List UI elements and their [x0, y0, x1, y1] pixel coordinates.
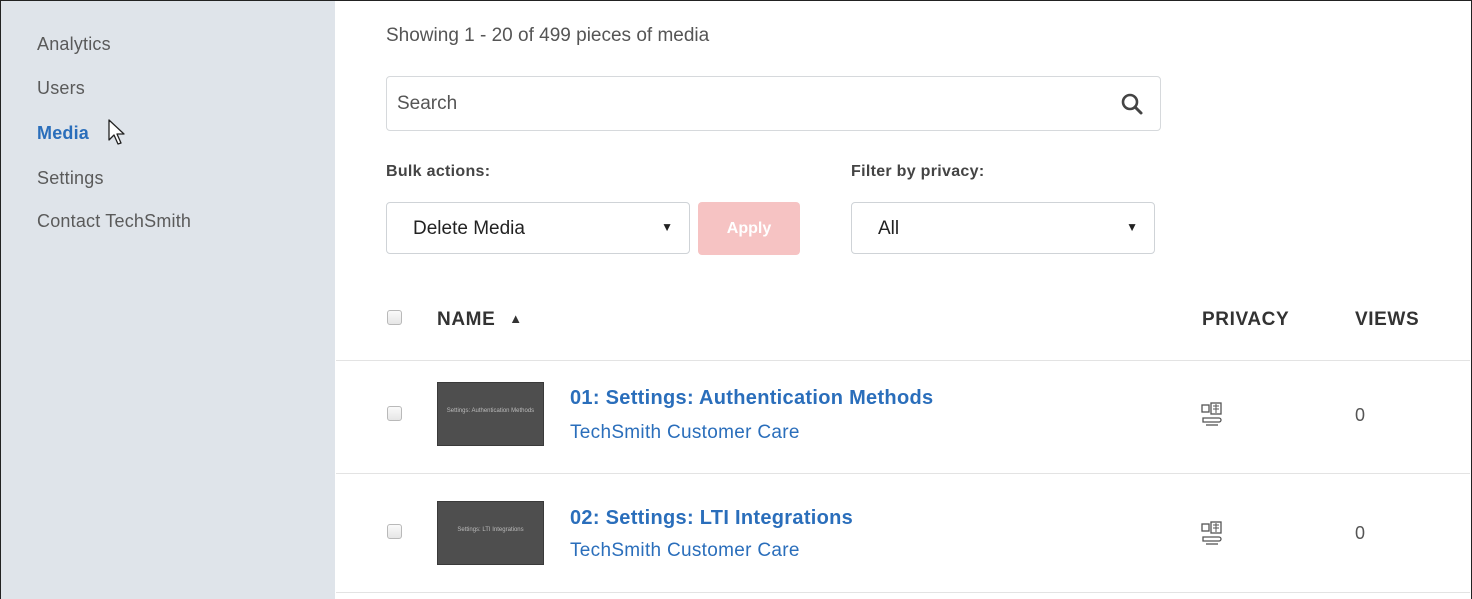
- thumbnail-text: Settings: LTI Integrations: [457, 527, 524, 533]
- table-divider: [336, 360, 1470, 361]
- sidebar: Analytics Users Media Settings Contact T…: [1, 1, 335, 599]
- select-all-checkbox[interactable]: [387, 310, 402, 325]
- apply-button[interactable]: Apply: [698, 202, 800, 255]
- media-thumbnail[interactable]: Settings: Authentication Methods: [437, 382, 544, 446]
- search-box[interactable]: [386, 76, 1161, 131]
- table-divider: [336, 473, 1470, 474]
- row-checkbox[interactable]: [387, 406, 402, 421]
- media-owner-link[interactable]: TechSmith Customer Care: [570, 540, 800, 562]
- column-header-name-label: NAME: [437, 309, 496, 330]
- views-count: 0: [1355, 523, 1366, 543]
- sidebar-item-settings[interactable]: Settings: [37, 168, 104, 189]
- bulk-actions-label: Bulk actions:: [386, 163, 491, 180]
- media-owner-link[interactable]: TechSmith Customer Care: [570, 422, 800, 444]
- sort-ascending-icon: ▲: [509, 311, 523, 326]
- media-title-link[interactable]: 01: Settings: Authentication Methods: [570, 387, 933, 410]
- search-icon[interactable]: [1120, 92, 1144, 116]
- results-count: Showing 1 - 20 of 499 pieces of media: [386, 25, 710, 46]
- organization-icon: [1201, 521, 1222, 545]
- chevron-down-icon: ▼: [1126, 220, 1138, 234]
- filter-privacy-label: Filter by privacy:: [851, 163, 985, 180]
- search-input[interactable]: [397, 89, 1097, 119]
- thumbnail-text: Settings: Authentication Methods: [446, 408, 535, 414]
- column-header-privacy[interactable]: PRIVACY: [1202, 309, 1289, 331]
- privacy-filter-select[interactable]: All ▼: [851, 202, 1155, 254]
- main-content: Showing 1 - 20 of 499 pieces of media Bu…: [336, 1, 1470, 599]
- organization-icon: [1201, 402, 1222, 426]
- row-checkbox[interactable]: [387, 524, 402, 539]
- chevron-down-icon: ▼: [661, 220, 673, 234]
- column-header-name[interactable]: NAME ▲: [437, 309, 523, 331]
- mouse-cursor-icon: [108, 119, 125, 145]
- table-divider: [336, 592, 1470, 593]
- sidebar-item-contact-techsmith[interactable]: Contact TechSmith: [37, 211, 191, 232]
- bulk-actions-select[interactable]: Delete Media ▼: [386, 202, 690, 254]
- media-title-link[interactable]: 02: Settings: LTI Integrations: [570, 507, 853, 530]
- sidebar-item-users[interactable]: Users: [37, 78, 85, 99]
- column-header-views[interactable]: VIEWS: [1355, 309, 1419, 331]
- media-thumbnail[interactable]: Settings: LTI Integrations: [437, 501, 544, 565]
- sidebar-item-analytics[interactable]: Analytics: [37, 34, 111, 55]
- bulk-actions-selected: Delete Media: [413, 218, 525, 239]
- privacy-filter-selected: All: [878, 218, 900, 239]
- views-count: 0: [1355, 405, 1366, 425]
- sidebar-item-media[interactable]: Media: [37, 123, 89, 144]
